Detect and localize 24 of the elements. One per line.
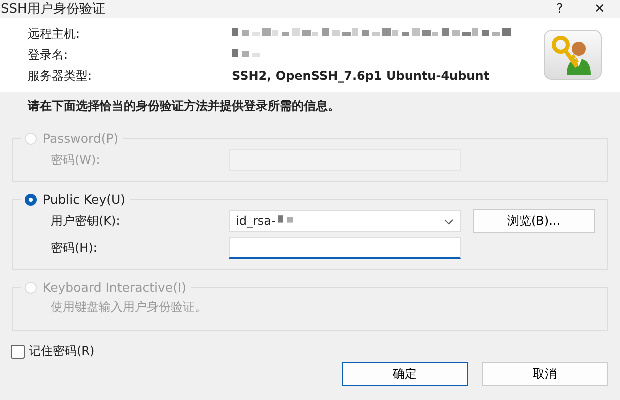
field-label: 用户密钥(K): xyxy=(51,212,122,230)
chevron-down-icon xyxy=(444,219,454,225)
browse-button[interactable]: 浏览(B)... xyxy=(473,209,595,233)
field-label: 远程主机: xyxy=(28,26,82,42)
field-label: 密码(W): xyxy=(51,152,102,168)
key-dropdown[interactable]: id_rsa- xyxy=(229,210,461,232)
close-button[interactable]: ✕ xyxy=(580,2,620,16)
field-label: 登录名: xyxy=(28,46,70,64)
dialog-button[interactable]: 取消 xyxy=(482,362,608,386)
field-label: 密码(H): xyxy=(51,240,98,256)
checkbox-label[interactable]: 记住密码(R) xyxy=(29,343,95,360)
window-title: SSH用户身份验证 xyxy=(1,1,106,18)
user-key-icon xyxy=(544,30,602,80)
radio-label[interactable]: Public Key(U) xyxy=(43,192,126,207)
checkbox[interactable] xyxy=(11,344,25,358)
field-label: 服务器类型: xyxy=(28,68,94,84)
method-note: 使用键盘输入用户身份验证。 xyxy=(51,299,208,316)
radio-button[interactable] xyxy=(25,194,37,206)
help-button[interactable]: ? xyxy=(540,2,580,16)
dropdown-value: id_rsa- xyxy=(236,214,276,228)
password-field[interactable] xyxy=(229,237,461,259)
instruction-text: 请在下面选择恰当的身份验证方法并提供登录所需的信息。 xyxy=(26,98,341,115)
dialog-button[interactable]: 确定 xyxy=(342,362,468,386)
field-value: SSH2, OpenSSH_7.6p1 Ubuntu-4ubunt xyxy=(232,69,490,83)
